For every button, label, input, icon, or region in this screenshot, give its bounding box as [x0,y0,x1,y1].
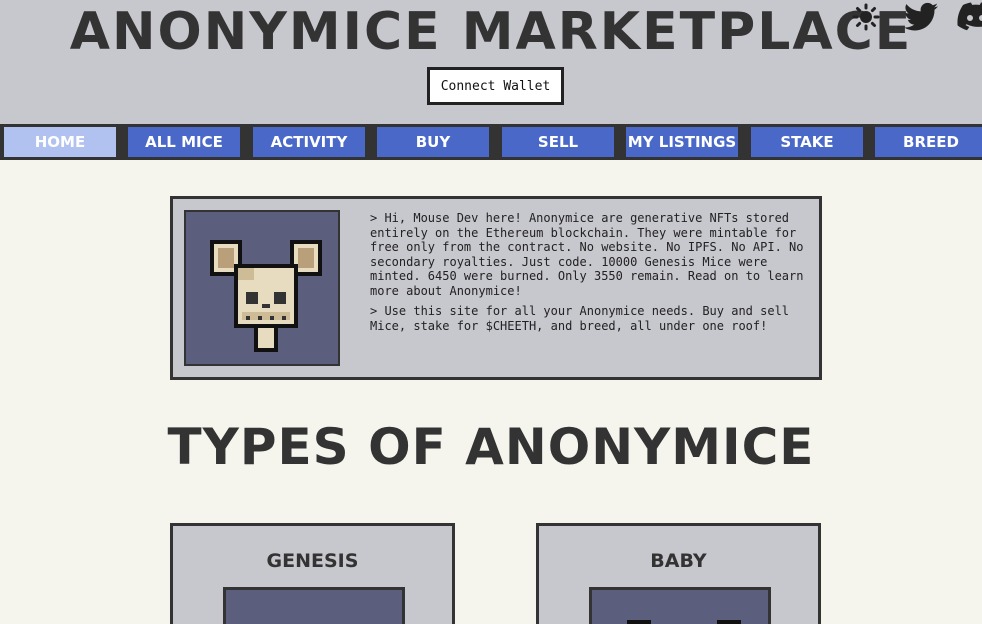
type-card-baby[interactable]: Baby [536,523,821,624]
header-icons [852,0,982,34]
intro-panel: > Hi, Mouse Dev here! Anonymice are gene… [170,196,822,380]
header: ANONYMICE MARKETPLACE Connect Wallet [0,0,982,124]
nav-buy[interactable]: Buy [377,127,489,157]
type-card-genesis[interactable]: Genesis [170,523,455,624]
genesis-mouse-image [223,587,405,624]
nav-all-mice[interactable]: All Mice [128,127,240,157]
twitter-icon[interactable] [904,2,938,32]
mouse-avatar [184,210,340,366]
intro-paragraph-1: > Hi, Mouse Dev here! Anonymice are gene… [370,211,804,298]
nav-stake[interactable]: Stake [751,127,863,157]
site-title: ANONYMICE MARKETPLACE [69,2,913,62]
connect-wallet-button[interactable]: Connect Wallet [427,67,564,105]
nav-home[interactable]: Home [4,127,116,157]
type-card-title: Baby [650,550,707,572]
types-title: TYPES OF ANONYMICE [167,418,815,476]
discord-icon[interactable] [956,2,982,32]
baby-eye-left [627,620,651,624]
nav-activity[interactable]: Activity [253,127,365,157]
type-card-title: Genesis [266,550,359,572]
intro-text: > Hi, Mouse Dev here! Anonymice are gene… [370,211,806,339]
main-nav: Home All Mice Activity Buy Sell My Listi… [0,124,982,160]
sun-icon[interactable] [852,3,880,31]
nav-sell[interactable]: Sell [502,127,614,157]
intro-paragraph-2: > Use this site for all your Anonymice n… [370,304,790,333]
pixel-mouse-skull-image [210,240,322,352]
nav-breed[interactable]: Breed [875,127,982,157]
baby-mouse-image [589,587,771,624]
baby-eye-right [717,620,741,624]
nav-my-listings[interactable]: My Listings [626,127,738,157]
